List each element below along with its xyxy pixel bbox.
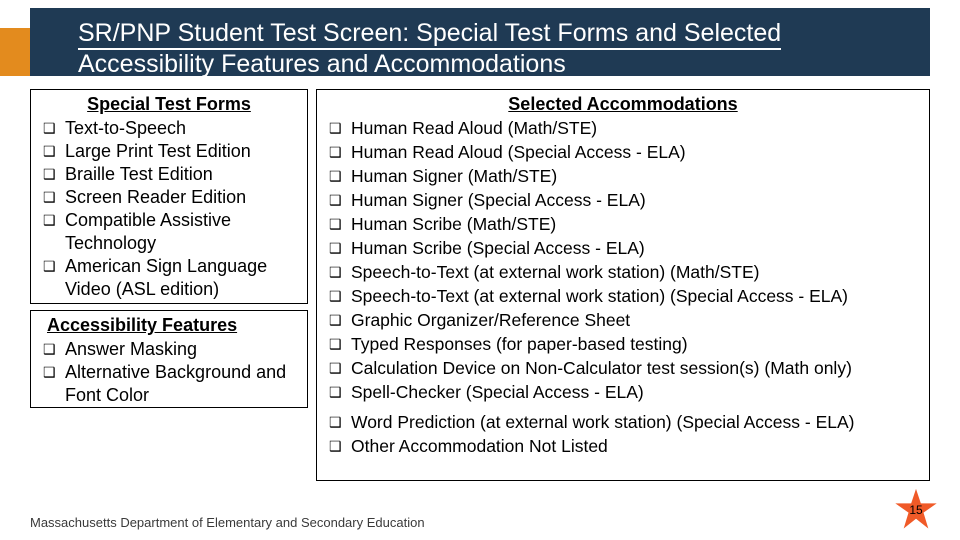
list-item: Answer Masking <box>41 338 297 361</box>
panel-special-test-forms: Special Test Forms Text-to-SpeechLarge P… <box>30 89 308 304</box>
page-number: 15 <box>894 488 938 532</box>
panel-accessibility-features: Accessibility Features Answer MaskingAlt… <box>30 310 308 408</box>
slide-title: SR/PNP Student Test Screen: Special Test… <box>78 18 890 81</box>
list-item: Text-to-Speech <box>41 117 297 140</box>
list-item: Human Scribe (Special Access - ELA) <box>327 237 919 261</box>
list-item: Compatible Assistive Technology <box>41 209 297 255</box>
list-item: Human Read Aloud (Math/STE) <box>327 117 919 141</box>
forms-list: Text-to-SpeechLarge Print Test EditionBr… <box>41 117 297 301</box>
list-item: Speech-to-Text (at external work station… <box>327 285 919 309</box>
list-item: Human Signer (Special Access - ELA) <box>327 189 919 213</box>
list-item: Typed Responses (for paper-based testing… <box>327 333 919 357</box>
list-item: Graphic Organizer/Reference Sheet <box>327 309 919 333</box>
slide: SR/PNP Student Test Screen: Special Test… <box>0 0 960 540</box>
list-item: Spell-Checker (Special Access - ELA) <box>327 381 919 405</box>
access-list: Answer MaskingAlternative Background and… <box>41 338 297 407</box>
list-item: Word Prediction (at external work statio… <box>327 411 919 435</box>
panel-heading: Selected Accommodations <box>327 94 919 115</box>
list-item: Speech-to-Text (at external work station… <box>327 261 919 285</box>
list-item: Braille Test Edition <box>41 163 297 186</box>
panel-selected-accommodations: Selected Accommodations Human Read Aloud… <box>316 89 930 481</box>
accom-list-extra: Word Prediction (at external work statio… <box>327 411 919 459</box>
list-item: Other Accommodation Not Listed <box>327 435 919 459</box>
title-band: SR/PNP Student Test Screen: Special Test… <box>30 8 930 76</box>
list-item: Large Print Test Edition <box>41 140 297 163</box>
list-item: Human Signer (Math/STE) <box>327 165 919 189</box>
list-item: Alternative Background and Font Color <box>41 361 297 407</box>
page-number-badge: 15 <box>894 488 938 532</box>
footer-text: Massachusetts Department of Elementary a… <box>30 515 425 530</box>
list-item: Screen Reader Edition <box>41 186 297 209</box>
panel-heading: Accessibility Features <box>41 315 297 336</box>
accom-list: Human Read Aloud (Math/STE)Human Read Al… <box>327 117 919 405</box>
list-item: Human Scribe (Math/STE) <box>327 213 919 237</box>
panel-heading: Special Test Forms <box>41 94 297 115</box>
list-item: Human Read Aloud (Special Access - ELA) <box>327 141 919 165</box>
accent-bar <box>0 28 30 76</box>
list-item: American Sign Language Video (ASL editio… <box>41 255 297 301</box>
list-item: Calculation Device on Non-Calculator tes… <box>327 357 919 381</box>
